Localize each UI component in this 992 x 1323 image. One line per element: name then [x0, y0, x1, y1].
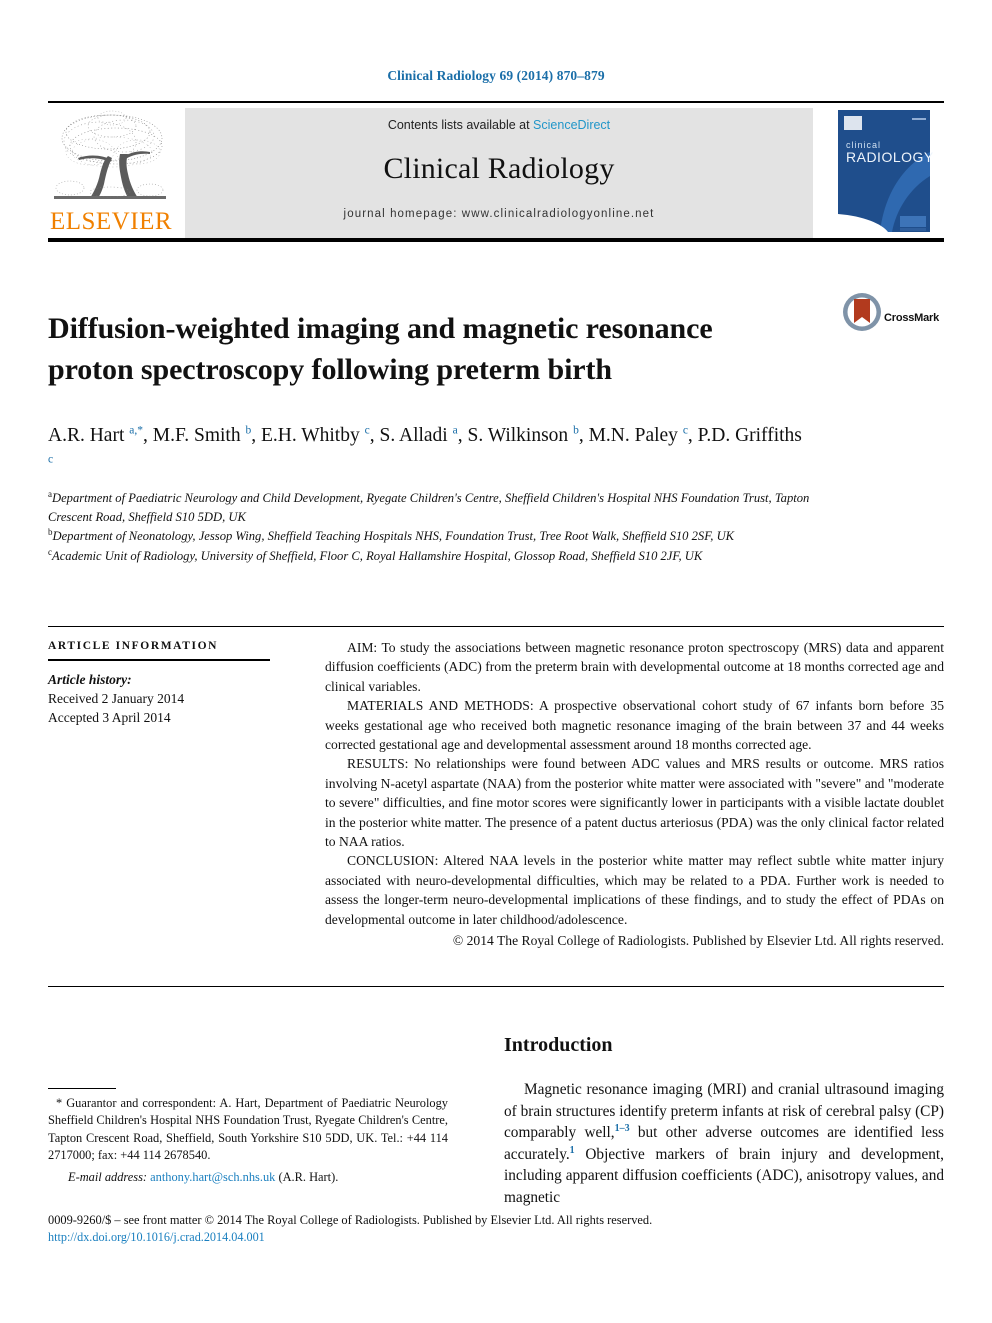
abstract-aim: AIM: To study the associations between m… [325, 640, 944, 694]
contents-box: Contents lists available at ScienceDirec… [185, 108, 813, 238]
crossmark-badge[interactable]: CrossMark [842, 292, 944, 354]
doi-link[interactable]: http://dx.doi.org/10.1016/j.crad.2014.04… [48, 1229, 808, 1246]
elsevier-tree-icon [50, 108, 170, 208]
article-history-label: Article history: [48, 672, 132, 687]
abstract: AIM: To study the associations between m… [325, 638, 944, 951]
affiliation-item: aDepartment of Paediatric Neurology and … [48, 489, 828, 527]
abstract-band-bottom-rule [48, 986, 944, 987]
svg-text:RADIOLOGY: RADIOLOGY [846, 149, 934, 165]
journal-article-page: Clinical Radiology 69 (2014) 870–879 ELS… [0, 0, 992, 1323]
introduction-paragraph: Magnetic resonance imaging (MRI) and cra… [504, 1081, 944, 1206]
affiliation-item: cAcademic Unit of Radiology, University … [48, 547, 828, 566]
email-suffix: (A.R. Hart). [278, 1169, 339, 1184]
journal-cover-thumbnail: clinical RADIOLOGY [824, 104, 944, 242]
elsevier-logo: ELSEVIER [48, 108, 174, 238]
crossmark-circle-icon [843, 293, 881, 331]
article-history: Article history: Received 2 January 2014… [48, 670, 298, 727]
article-information-heading: ARTICLE INFORMATION [48, 640, 219, 652]
masthead-top-rule [48, 101, 944, 103]
affiliation-text: Department of Paediatric Neurology and C… [48, 491, 810, 525]
affiliation-item: bDepartment of Neonatology, Jessop Wing,… [48, 527, 828, 546]
journal-homepage-line[interactable]: journal homepage: www.clinicalradiologyo… [185, 208, 813, 220]
footnote-rule [48, 1088, 116, 1089]
page-footer: 0009-9260/$ – see front matter © 2014 Th… [48, 1212, 808, 1246]
abstract-band-top-rule [48, 626, 944, 627]
correspondence-text: * Guarantor and correspondent: A. Hart, … [48, 1096, 448, 1163]
abstract-results: RESULTS: No relationships were found bet… [325, 756, 944, 850]
journal-title: Clinical Radiology [383, 152, 615, 185]
article-information: ARTICLE INFORMATION Article history: Rec… [48, 640, 298, 727]
email-line: E-mail address: anthony.hart@sch.nhs.uk … [48, 1169, 448, 1186]
affiliation-text: Department of Neonatology, Jessop Wing, … [52, 529, 735, 544]
abstract-methods: MATERIALS AND METHODS: A prospective obs… [325, 698, 944, 753]
affiliation-text: Academic Unit of Radiology, University o… [52, 548, 703, 563]
issn-copyright-line: 0009-9260/$ – see front matter © 2014 Th… [48, 1213, 653, 1227]
crossmark-label: CrossMark [884, 312, 940, 324]
email-link[interactable]: anthony.hart@sch.nhs.uk [150, 1170, 275, 1184]
correspondence-footnote: * Guarantor and correspondent: A. Hart, … [48, 1088, 448, 1186]
affiliation-list: aDepartment of Paediatric Neurology and … [48, 489, 828, 566]
elsevier-wordmark: ELSEVIER [49, 208, 173, 235]
contents-prefix: Contents lists available at [387, 118, 534, 132]
email-label: E-mail address: [68, 1169, 148, 1184]
article-accepted-date: Accepted 3 April 2014 [48, 710, 171, 725]
abstract-conclusion: CONCLUSION: Altered NAA levels in the po… [325, 853, 944, 927]
introduction-heading: Introduction [504, 1034, 613, 1056]
abstract-copyright: © 2014 The Royal College of Radiologists… [452, 933, 944, 949]
introduction-section: Introduction Magnetic resonance imaging … [504, 1034, 944, 1209]
sciencedirect-link[interactable]: ScienceDirect [533, 118, 610, 132]
journal-masthead: ELSEVIER Contents lists available at Sci… [48, 104, 944, 242]
masthead-bottom-rule [48, 238, 944, 242]
article-received-date: Received 2 January 2014 [48, 691, 185, 706]
page-title: Diffusion-weighted imaging and magnetic … [48, 312, 713, 387]
author-list: A.R. Hart a,*, M.F. Smith b, E.H. Whitby… [48, 424, 802, 466]
contents-available-line: Contents lists available at ScienceDirec… [185, 118, 813, 132]
article-information-rule [48, 659, 270, 661]
running-head: Clinical Radiology 69 (2014) 870–879 [387, 68, 605, 83]
